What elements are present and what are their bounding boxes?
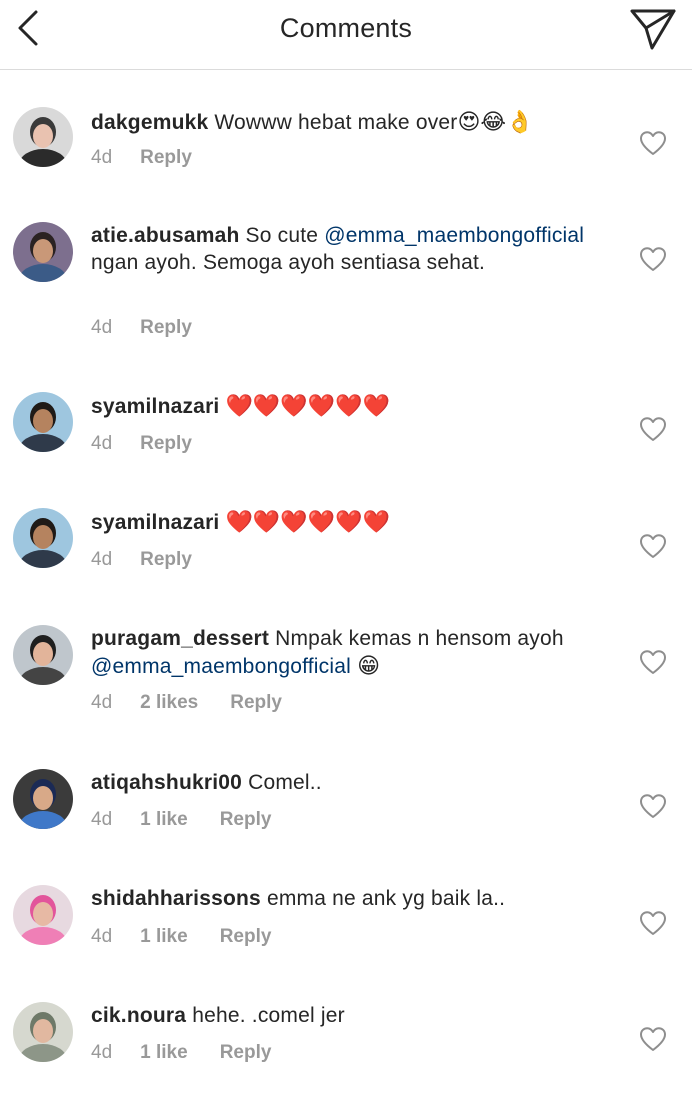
avatar[interactable] [13,222,73,282]
comment-text: atiqahshukri00 Comel.. [91,769,611,796]
comment-timestamp: 4d [91,1042,113,1063]
avatar[interactable] [13,392,73,452]
comment-username[interactable]: syamilnazari [91,395,219,418]
comment-meta: 4d 2 likes Reply [91,692,282,714]
mention-link[interactable]: @emma_maembongofficial [91,655,351,678]
reply-button[interactable]: Reply [140,549,192,571]
avatar[interactable] [13,508,73,568]
emoji-text: ❤️❤️❤️❤️❤️❤️ [225,509,390,534]
comment-username[interactable]: syamilnazari [91,511,219,534]
avatar[interactable] [13,107,73,167]
comment-username[interactable]: shidahharissons [91,887,261,910]
comment-text: syamilnazari ❤️❤️❤️❤️❤️❤️ [91,392,611,420]
comment-body: So cute [245,224,325,247]
comment-username[interactable]: atiqahshukri00 [91,771,242,794]
comment-meta: 4d Reply [91,317,192,339]
comment-body: Nmpak kemas n hensom ayoh [275,627,564,650]
heart-icon[interactable] [639,910,667,936]
reply-button[interactable]: Reply [140,433,192,455]
comment-meta: 4d Reply [91,433,192,455]
reply-button[interactable]: Reply [220,1042,272,1064]
paper-plane-icon [630,9,676,50]
comment-body: Wowww hebat make over [214,111,458,134]
avatar[interactable] [13,885,73,945]
heart-icon[interactable] [639,130,667,156]
heart-icon[interactable] [639,649,667,675]
comment-meta: 4d 1 like Reply [91,809,271,831]
comment-body: Comel.. [248,771,322,794]
likes-count[interactable]: 1 like [140,1042,188,1064]
comment-username[interactable]: atie.abusamah [91,224,240,247]
comment-meta: 4d 1 like Reply [91,1042,271,1064]
heart-icon[interactable] [639,793,667,819]
reply-button[interactable]: Reply [220,809,272,831]
likes-count[interactable]: 1 like [140,809,188,831]
comment-meta: 4d Reply [91,147,192,169]
mention-link[interactable]: @emma_maembongofficial [324,224,584,247]
heart-icon[interactable] [639,533,667,559]
likes-count[interactable]: 2 likes [140,692,198,714]
comment-meta: 4d 1 like Reply [91,926,271,948]
comment-timestamp: 4d [91,809,113,830]
comment-meta: 4d Reply [91,549,192,571]
comment-text: atie.abusamah So cute @emma_maembongoffi… [91,222,611,276]
emoji-text: 😍😂👌 [457,109,534,134]
reply-button[interactable]: Reply [230,692,282,714]
heart-icon[interactable] [639,1026,667,1052]
comment-username[interactable]: puragam_dessert [91,627,269,650]
comment-timestamp: 4d [91,147,113,168]
comment-username[interactable]: dakgemukk [91,111,208,134]
reply-button[interactable]: Reply [220,926,272,948]
reply-button[interactable]: Reply [140,317,192,339]
heart-icon[interactable] [639,246,667,272]
comment-text: cik.noura hehe. .comel jer [91,1002,611,1029]
page-title: Comments [279,13,413,43]
emoji-text: ❤️❤️❤️❤️❤️❤️ [225,393,390,418]
comment-username[interactable]: cik.noura [91,1004,186,1027]
avatar[interactable] [13,1002,73,1062]
comment-timestamp: 4d [91,692,113,713]
comment-timestamp: 4d [91,926,113,947]
share-button[interactable] [628,6,678,52]
comment-text: puragam_dessert Nmpak kemas n hensom ayo… [91,625,611,680]
header: Comments [0,0,692,70]
comment-timestamp: 4d [91,549,113,570]
emoji-text: 😁 [350,653,380,678]
heart-icon[interactable] [639,416,667,442]
comment-body: hehe. .comel jer [192,1004,345,1027]
comment-timestamp: 4d [91,433,113,454]
reply-button[interactable]: Reply [140,147,192,169]
comment-timestamp: 4d [91,317,113,338]
comment-text: shidahharissons emma ne ank yg baik la.. [91,885,611,912]
likes-count[interactable]: 1 like [140,926,188,948]
avatar[interactable] [13,769,73,829]
avatar[interactable] [13,625,73,685]
comment-body: ngan ayoh. Semoga ayoh sentiasa sehat. [91,251,486,274]
comment-text: syamilnazari ❤️❤️❤️❤️❤️❤️ [91,508,611,536]
comment-text: dakgemukk Wowww hebat make over😍😂👌 [91,108,611,136]
comment-body: emma ne ank yg baik la.. [266,887,506,910]
